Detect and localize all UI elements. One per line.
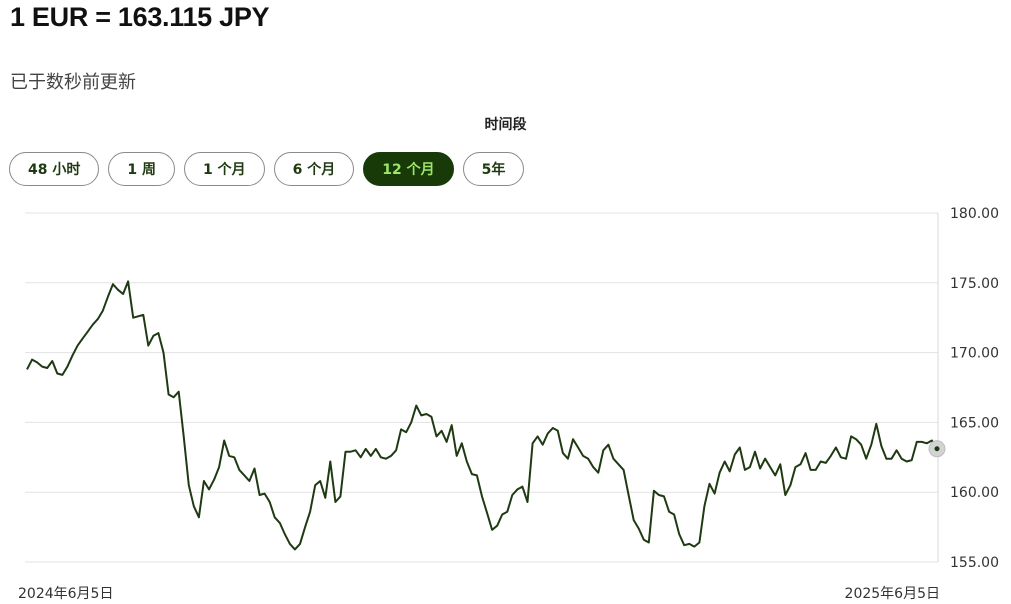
period-12m-button[interactable]: 12 个月 bbox=[363, 152, 454, 186]
x-tick-label-start: 2024年6月5日 bbox=[18, 586, 113, 602]
rate-series-line bbox=[26, 280, 938, 551]
period-6m-button[interactable]: 6 个月 bbox=[273, 152, 355, 186]
period-selector: 48 小时 1 周 1 个月 6 个月 12 个月 5年 bbox=[9, 152, 525, 186]
y-tick-label: 160.00 bbox=[950, 485, 999, 501]
y-tick-label: 155.00 bbox=[950, 555, 999, 571]
current-point-dot bbox=[934, 446, 940, 452]
x-tick-label-end: 2025年6月5日 bbox=[845, 586, 940, 602]
period-1m-button[interactable]: 1 个月 bbox=[183, 152, 265, 186]
rate-title: 1 EUR = 163.115 JPY bbox=[10, 2, 270, 32]
updated-status: 已于数秒前更新 bbox=[10, 72, 136, 93]
period-48h-button[interactable]: 48 小时 bbox=[9, 152, 100, 186]
period-5y-button[interactable]: 5年 bbox=[462, 152, 525, 186]
exchange-rate-chart[interactable]: 155.00 160.00 165.00 170.00 175.00 180.00 2024… bbox=[0, 200, 1011, 604]
period-label: 时间段 bbox=[484, 117, 527, 133]
y-tick-label: 180.00 bbox=[950, 206, 999, 222]
period-1w-button[interactable]: 1 周 bbox=[108, 152, 175, 186]
y-tick-label: 165.00 bbox=[950, 415, 999, 431]
y-tick-label: 175.00 bbox=[950, 276, 999, 292]
y-tick-label: 170.00 bbox=[950, 346, 999, 362]
